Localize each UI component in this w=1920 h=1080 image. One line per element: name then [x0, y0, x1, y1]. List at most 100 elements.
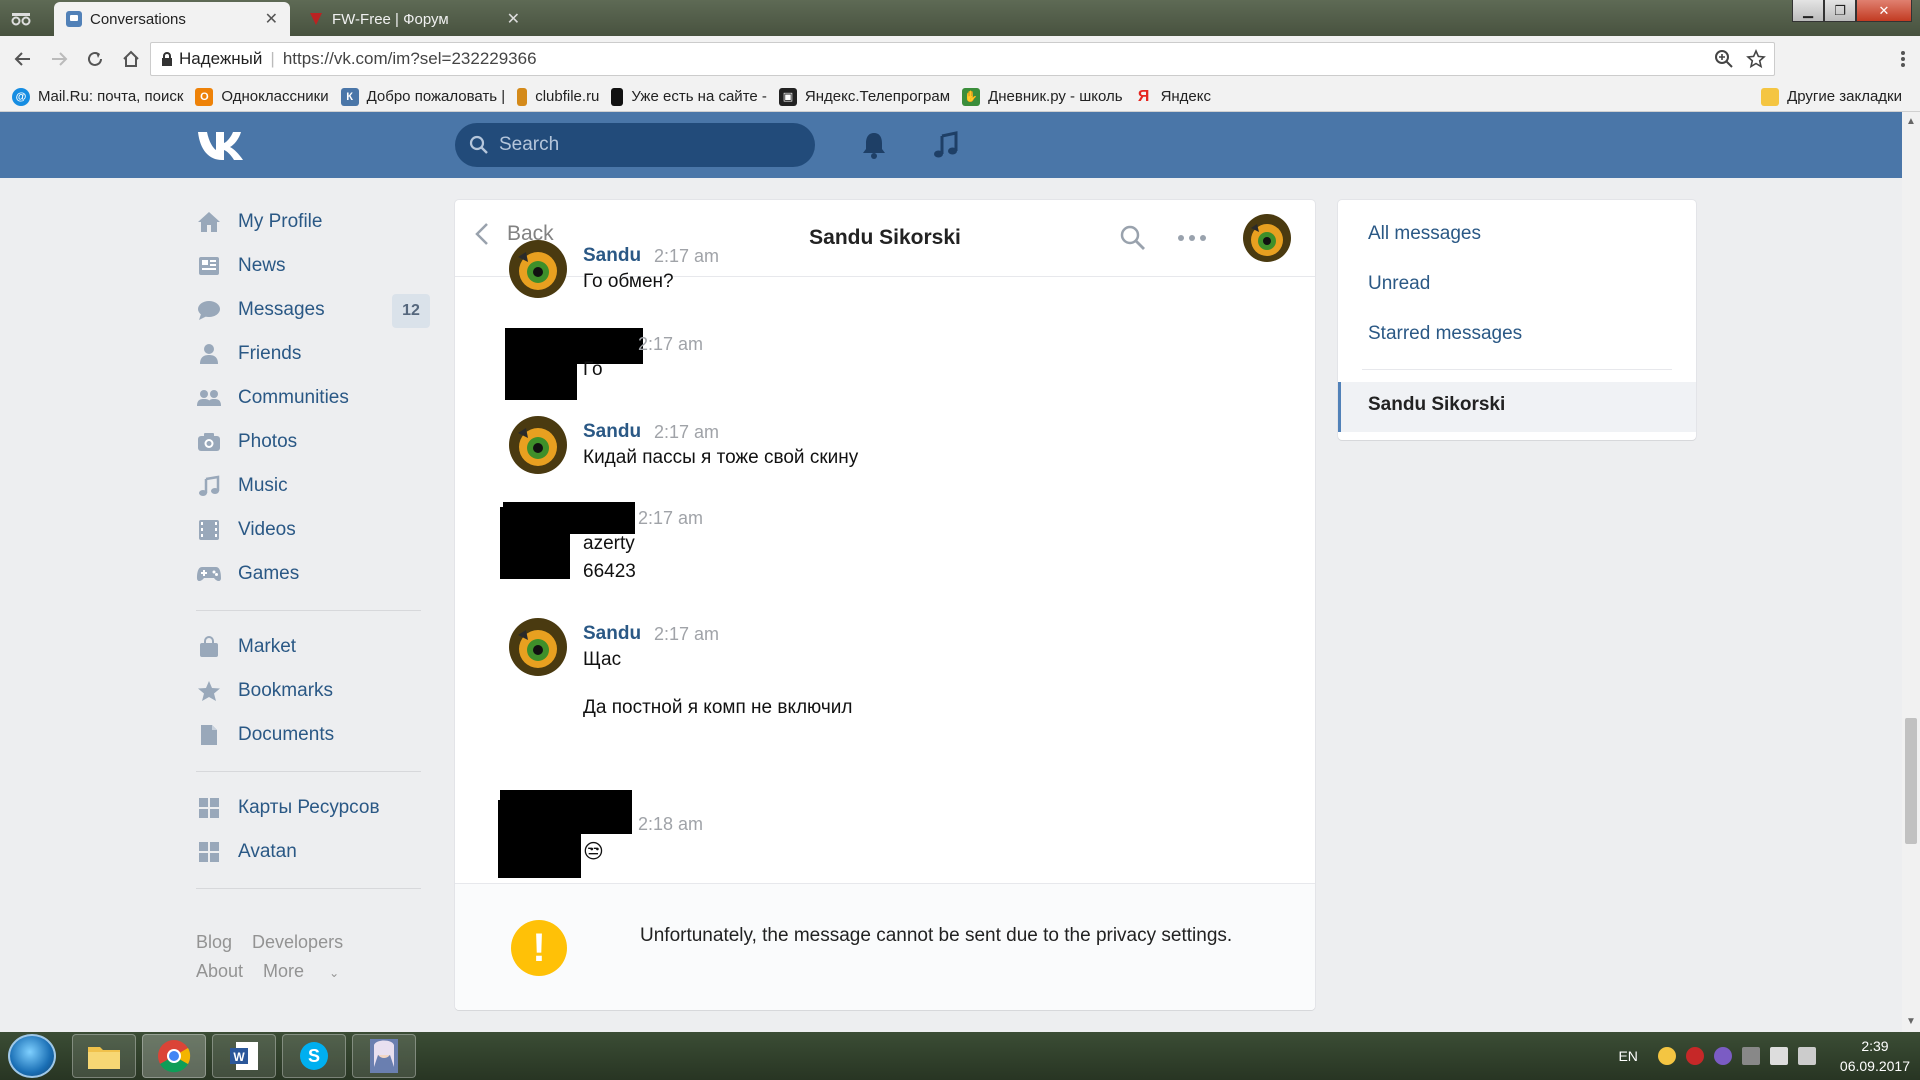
back-arrow-icon[interactable] — [8, 44, 38, 74]
avatar[interactable] — [509, 240, 567, 298]
more-icon[interactable] — [1177, 226, 1207, 250]
nav-friends[interactable]: Friends — [196, 332, 430, 376]
message-text: Кидай пассы я тоже свой скину — [583, 447, 859, 468]
scrollbar-thumb[interactable] — [1905, 718, 1917, 844]
tray-opera-icon[interactable] — [1685, 1047, 1704, 1065]
search-icon[interactable] — [1119, 224, 1147, 252]
bookmark-star-icon[interactable] — [1746, 49, 1766, 69]
tray-viber-icon[interactable] — [1713, 1047, 1732, 1065]
warning-icon: ! — [511, 920, 567, 976]
nav-market[interactable]: Market — [196, 625, 430, 669]
start-button[interactable] — [8, 1034, 56, 1078]
address-bar[interactable]: Надежный | https://vk.com/im?sel=2322293… — [150, 42, 1775, 76]
tray-app-icon[interactable] — [1657, 1047, 1676, 1065]
bookmark-dnevnik[interactable]: ✋ Дневник.ру - школь — [962, 87, 1123, 106]
all-messages-link[interactable]: All messages — [1368, 223, 1481, 245]
taskbar-skype[interactable]: S — [282, 1034, 346, 1078]
tab-conversations[interactable]: Conversations ✕ — [54, 2, 290, 36]
footer-about-link[interactable]: About — [196, 961, 243, 981]
url-text[interactable]: https://vk.com/im?sel=232229366 — [283, 49, 537, 69]
emoji-unamused: 😒 — [583, 841, 604, 863]
nav-bookmarks[interactable]: Bookmarks — [196, 669, 430, 713]
taskbar-game[interactable] — [352, 1034, 416, 1078]
zoom-icon[interactable] — [1714, 49, 1734, 69]
nav-games[interactable]: Games — [196, 552, 430, 596]
tray-network-icon[interactable] — [1741, 1047, 1760, 1065]
clock[interactable]: 2:39 06.09.2017 — [1840, 1036, 1910, 1076]
nav-my-profile[interactable]: My Profile — [196, 200, 430, 244]
home-browser-icon[interactable] — [116, 44, 146, 74]
forward-arrow-icon[interactable] — [44, 44, 74, 74]
message-author[interactable]: Sandu — [583, 623, 641, 645]
hand-icon: ✋ — [962, 87, 981, 106]
bookmark-yandex[interactable]: Я Яндекс — [1135, 88, 1211, 106]
nav-music[interactable]: Music — [196, 464, 430, 508]
tab-close-icon[interactable]: ✕ — [507, 9, 520, 29]
bookmark-yandex-tv[interactable]: ▣ Яндекс.Телепрограм — [778, 87, 951, 106]
bookmark-other-folder[interactable]: Другие закладки — [1761, 87, 1902, 106]
volume-icon[interactable] — [1797, 1047, 1816, 1065]
nav-label: News — [238, 255, 286, 276]
nav-photos[interactable]: Photos — [196, 420, 430, 464]
search-input[interactable] — [499, 134, 799, 156]
nav-communities[interactable]: Communities — [196, 376, 430, 420]
nav-messages[interactable]: Messages 12 — [196, 288, 430, 332]
bookmark-mailru[interactable]: @ Mail.Ru: почта, поиск — [12, 87, 183, 106]
scroll-up-arrow-icon[interactable]: ▲ — [1906, 116, 1916, 127]
selected-conversation-label: Sandu Sikorski — [1368, 394, 1506, 415]
bookmark-vk[interactable]: К Добро пожаловать | — [340, 87, 506, 106]
tab-fw-free[interactable]: FW-Free | Форум ✕ — [296, 2, 532, 36]
taskbar-word[interactable]: W — [212, 1034, 276, 1078]
footer-more-link[interactable]: More ⌄ — [263, 961, 359, 981]
bookmark-label: Яндекс.Телепрограм — [804, 88, 951, 105]
bookmark-label: Добро пожаловать | — [366, 88, 506, 105]
avatar[interactable] — [1243, 214, 1291, 267]
message-time: 2:18 am — [638, 814, 704, 834]
bookmark-ok[interactable]: О Одноклассники — [195, 87, 329, 106]
bookmark-film[interactable]: Уже есть на сайте - — [611, 87, 767, 106]
bell-icon[interactable] — [860, 130, 888, 160]
close-window-button[interactable]: ✕ — [1856, 0, 1912, 22]
apps-icon — [196, 795, 222, 821]
nav-documents[interactable]: Documents — [196, 713, 430, 757]
privacy-notice: ! Unfortunately, the message cannot be s… — [455, 883, 1315, 1010]
nav-divider — [196, 771, 421, 772]
maximize-button[interactable]: ❐ — [1824, 0, 1856, 22]
taskbar-explorer[interactable] — [72, 1034, 136, 1078]
message-author[interactable]: Sandu — [583, 245, 641, 267]
redacted-avatar — [505, 328, 577, 400]
nav-avatan[interactable]: Avatan — [196, 830, 430, 874]
language-indicator[interactable]: EN — [1618, 1048, 1637, 1064]
chrome-menu-icon[interactable] — [1900, 50, 1906, 68]
nav-news[interactable]: News — [196, 244, 430, 288]
minimize-button[interactable]: ▁ — [1792, 0, 1824, 22]
bookmark-clubfile[interactable]: clubfile.ru — [517, 87, 599, 106]
starred-messages-link[interactable]: Starred messages — [1368, 323, 1522, 345]
reload-icon[interactable] — [80, 44, 110, 74]
tab-close-icon[interactable]: ✕ — [265, 9, 278, 29]
vk-logo-icon[interactable] — [196, 128, 250, 162]
selected-conversation[interactable]: Sandu Sikorski — [1338, 382, 1696, 432]
taskbar-chrome[interactable] — [142, 1034, 206, 1078]
vk-header — [0, 112, 1902, 178]
nav-karty-resursov[interactable]: Карты Ресурсов — [196, 786, 430, 830]
vk-search-box[interactable] — [455, 123, 815, 167]
avatar[interactable] — [509, 618, 567, 676]
scroll-down-arrow-icon[interactable]: ▼ — [1906, 1016, 1916, 1027]
nav-videos[interactable]: Videos — [196, 508, 430, 552]
avatar[interactable] — [509, 416, 567, 474]
tray-flag-icon[interactable] — [1769, 1047, 1788, 1065]
message-text: azerty — [583, 533, 635, 554]
nav-label: Bookmarks — [238, 680, 334, 701]
unread-link[interactable]: Unread — [1368, 273, 1430, 295]
footer-developers-link[interactable]: Developers — [252, 932, 343, 952]
page-scrollbar[interactable]: ▲ ▼ — [1902, 112, 1920, 1032]
music-note-icon[interactable] — [932, 130, 960, 160]
search-icon — [469, 135, 489, 155]
bookmark-label: Одноклассники — [221, 88, 329, 105]
footer-more-label: More — [263, 961, 305, 981]
messages-icon — [196, 297, 222, 323]
message-author[interactable]: Sandu — [583, 421, 641, 443]
footer-blog-link[interactable]: Blog — [196, 932, 232, 952]
yandex-icon: Я — [1137, 87, 1150, 105]
